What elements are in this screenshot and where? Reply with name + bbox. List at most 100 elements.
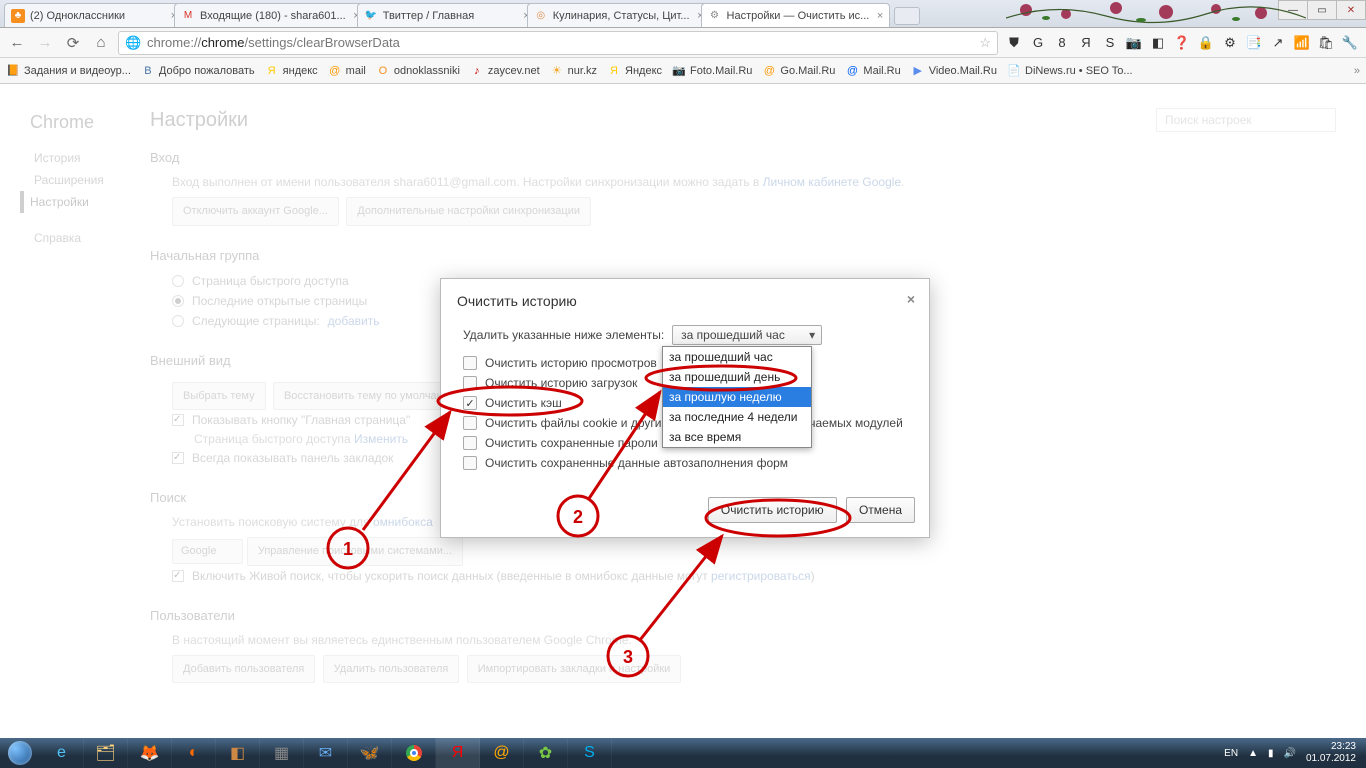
- minimize-button[interactable]: —: [1278, 0, 1308, 20]
- ext-icon-14[interactable]: 🔧: [1340, 33, 1360, 53]
- modal-close-icon[interactable]: ×: [907, 291, 915, 307]
- bookmark-icon: B: [141, 64, 155, 78]
- home-button[interactable]: ⌂: [90, 32, 112, 54]
- close-icon[interactable]: ×: [877, 10, 883, 22]
- ext-icon-3[interactable]: Я: [1076, 33, 1096, 53]
- bookmark-icon: 📙: [6, 64, 20, 78]
- ext-icon-11[interactable]: ↗: [1268, 33, 1288, 53]
- taskbar-icons: e 🗂 🦊 ◐ ◧ ▦ ✉ 🦋 Я @ ✿ S: [40, 738, 612, 768]
- favicon-twitter-icon: 🐦: [364, 9, 378, 23]
- time-range-option[interactable]: за прошедший день: [663, 367, 811, 387]
- favicon-generic-icon: ◎: [534, 9, 548, 23]
- ext-icon-10[interactable]: 📑: [1244, 33, 1264, 53]
- task-mail[interactable]: ✉: [304, 738, 348, 768]
- time-range-option[interactable]: за прошлую неделю: [663, 387, 811, 407]
- bookmark-item[interactable]: @Go.Mail.Ru: [762, 64, 835, 78]
- bookmark-item[interactable]: Oodnoklassniki: [376, 64, 460, 78]
- tab-odnoklassniki[interactable]: ♣(2) Одноклассники×: [4, 3, 184, 27]
- task-yandex[interactable]: Я: [436, 738, 480, 768]
- time-range-dropdown[interactable]: за прошедший часза прошедший деньза прош…: [662, 346, 812, 448]
- ext-icon-5[interactable]: 📷: [1124, 33, 1144, 53]
- bookmark-item[interactable]: Яяндекс: [265, 64, 318, 78]
- modal-title: Очистить историю: [457, 293, 577, 309]
- bookmark-icon: @: [328, 64, 342, 78]
- bookmark-item[interactable]: ЯЯндекс: [607, 64, 662, 78]
- bookmark-star-icon[interactable]: ☆: [979, 35, 991, 51]
- time-range-option[interactable]: за все время: [663, 427, 811, 447]
- bookmark-item[interactable]: 📷Foto.Mail.Ru: [672, 64, 752, 78]
- tab-title: (2) Одноклассники: [30, 10, 163, 22]
- clear-history-button[interactable]: Очистить историю: [708, 497, 837, 523]
- forward-button[interactable]: →: [34, 32, 56, 54]
- ext-icon-13[interactable]: 🛍: [1316, 33, 1336, 53]
- back-button[interactable]: ←: [6, 32, 28, 54]
- bookmark-icon: ▶: [911, 64, 925, 78]
- bookmark-item[interactable]: B Добро пожаловать: [141, 64, 255, 78]
- window-controls: — ▭ ✕: [1279, 0, 1366, 20]
- clear-option-5[interactable]: Очистить сохраненные данные автозаполнен…: [463, 453, 907, 473]
- bookmark-item[interactable]: @mail: [328, 64, 366, 78]
- tray-lang[interactable]: EN: [1224, 748, 1238, 759]
- bookmark-item[interactable]: 📙Задания и видеоур...: [6, 64, 131, 78]
- ext-icon-2[interactable]: 8: [1052, 33, 1072, 53]
- cancel-button[interactable]: Отмена: [846, 497, 915, 523]
- time-range-option[interactable]: за прошедший час: [663, 347, 811, 367]
- ext-icon-12[interactable]: 📶: [1292, 33, 1312, 53]
- task-mailru[interactable]: @: [480, 738, 524, 768]
- tray-network-icon[interactable]: ▮: [1268, 748, 1274, 759]
- chevron-right-icon[interactable]: »: [1354, 65, 1360, 77]
- modal-header: Очистить историю ×: [441, 279, 929, 319]
- tab-gmail[interactable]: MВходящие (180) - shara601...×: [174, 3, 367, 27]
- tab-settings[interactable]: ⚙Настройки — Очистить ис...×: [701, 3, 891, 27]
- bookmark-label: Яндекс: [625, 65, 662, 77]
- tab-twitter[interactable]: 🐦Твиттер / Главная×: [357, 3, 537, 27]
- task-ie[interactable]: e: [40, 738, 84, 768]
- ext-icon-6[interactable]: ◧: [1148, 33, 1168, 53]
- ext-icon-0[interactable]: ⛊: [1004, 33, 1024, 53]
- new-tab-button[interactable]: [894, 7, 920, 25]
- bookmark-item[interactable]: 📄DiNews.ru • SEO To...: [1007, 64, 1133, 78]
- favicon-settings-icon: ⚙: [708, 9, 722, 23]
- tray-clock[interactable]: 23:23 01.07.2012: [1306, 741, 1356, 765]
- tab-cooking[interactable]: ◎Кулинария, Статусы, Цит...×: [527, 3, 711, 27]
- task-app4[interactable]: 🦋: [348, 738, 392, 768]
- task-icq[interactable]: ✿: [524, 738, 568, 768]
- checkbox-icon: [463, 416, 477, 430]
- close-window-button[interactable]: ✕: [1336, 0, 1366, 20]
- extension-icons: ⛊G8ЯS📷◧❓🔒⚙📑↗📶🛍🔧: [1004, 33, 1360, 53]
- tab-strip: ♣(2) Одноклассники× MВходящие (180) - sh…: [0, 0, 1366, 28]
- ext-icon-7[interactable]: ❓: [1172, 33, 1192, 53]
- task-app2[interactable]: ◧: [216, 738, 260, 768]
- ext-icon-1[interactable]: G: [1028, 33, 1048, 53]
- ext-icon-9[interactable]: ⚙: [1220, 33, 1240, 53]
- tray-volume-icon[interactable]: 🔊: [1283, 748, 1295, 759]
- bookmark-item[interactable]: @Mail.Ru: [845, 64, 900, 78]
- task-chrome[interactable]: [392, 738, 436, 768]
- bookmark-label: Go.Mail.Ru: [780, 65, 835, 77]
- bookmarks-bar: 📙Задания и видеоур... B Добро пожаловать Яя…: [0, 58, 1366, 84]
- ext-icon-8[interactable]: 🔒: [1196, 33, 1216, 53]
- bookmark-icon: @: [845, 64, 859, 78]
- task-app3[interactable]: ▦: [260, 738, 304, 768]
- bookmark-icon: Я: [265, 64, 279, 78]
- bookmark-item[interactable]: ▶Video.Mail.Ru: [911, 64, 997, 78]
- bookmark-label: Добро пожаловать: [159, 65, 255, 77]
- ext-icon-4[interactable]: S: [1100, 33, 1120, 53]
- modal-footer: Очистить историю Отмена: [441, 487, 929, 537]
- task-skype[interactable]: S: [568, 738, 612, 768]
- url-text: chrome://chrome/settings/clearBrowserDat…: [147, 35, 979, 50]
- task-folder[interactable]: 🗂: [84, 738, 128, 768]
- start-button[interactable]: [0, 738, 40, 768]
- bookmark-icon: O: [376, 64, 390, 78]
- time-range-option[interactable]: за последние 4 недели: [663, 407, 811, 427]
- task-app1[interactable]: ◐: [172, 738, 216, 768]
- bookmark-item[interactable]: ☀nur.kz: [550, 64, 597, 78]
- time-range-select[interactable]: за прошедший час: [672, 325, 822, 345]
- globe-icon: 🌐: [125, 35, 141, 51]
- reload-button[interactable]: ⟳: [62, 32, 84, 54]
- tray-flag-icon[interactable]: ▲: [1248, 748, 1258, 759]
- maximize-button[interactable]: ▭: [1307, 0, 1337, 20]
- bookmark-item[interactable]: ♪zaycev.net: [470, 64, 540, 78]
- address-bar[interactable]: 🌐 chrome://chrome/settings/clearBrowserD…: [118, 31, 998, 55]
- task-firefox[interactable]: 🦊: [128, 738, 172, 768]
